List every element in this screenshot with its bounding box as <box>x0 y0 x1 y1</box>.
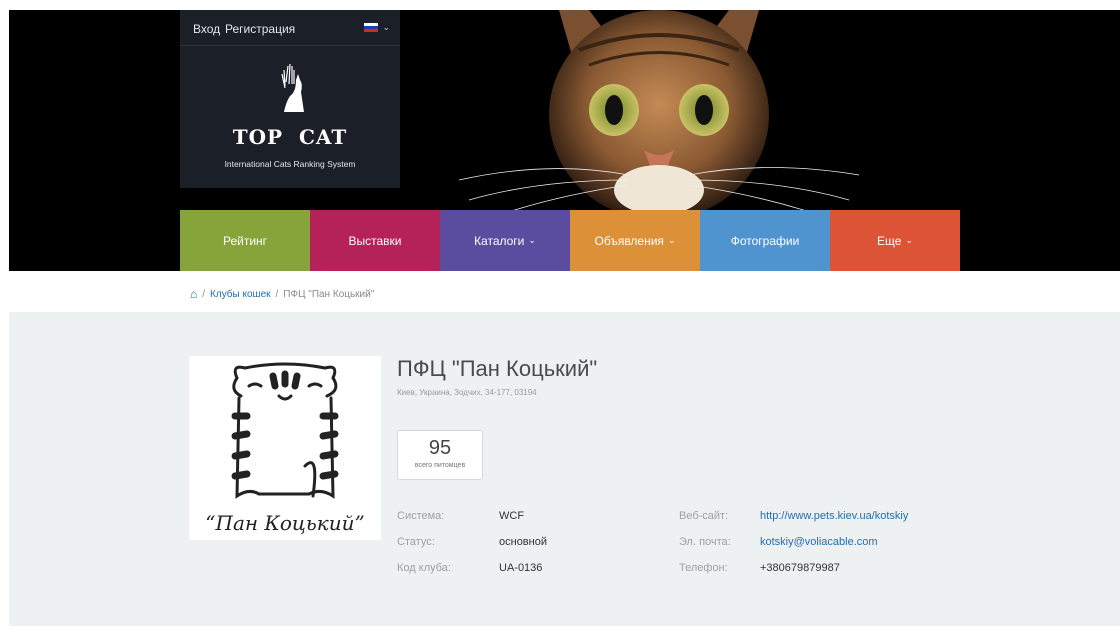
breadcrumb-current: ПФЦ "Пан Коцький" <box>283 288 375 300</box>
logo-subtitle: International Cats Ranking System <box>224 159 356 169</box>
status-value: основной <box>499 536 547 548</box>
phone-value: +380679879987 <box>760 562 840 574</box>
pets-count-label: всего питомцев <box>414 462 466 469</box>
menu-item-photos[interactable]: Фотографии <box>700 210 830 271</box>
email-link[interactable]: kotskiy@voliacable.com <box>760 536 878 548</box>
menu-item-ads[interactable]: Объявления ⌄ <box>570 210 700 271</box>
menu-item-shows[interactable]: Выставки <box>310 210 440 271</box>
club-logo-image: “Пан Коцький” <box>205 362 365 535</box>
website-link[interactable]: http://www.pets.kiev.ua/kotskiy <box>760 510 908 522</box>
club-address: Киев, Украина, Зодчих, 34-177, 03194 <box>397 388 537 397</box>
register-link[interactable]: Регистрация <box>225 22 295 36</box>
chevron-down-icon: ⌄ <box>667 235 676 245</box>
club-code-value: UA-0136 <box>499 562 543 574</box>
website-label: Веб-сайт: <box>679 510 729 522</box>
email-label: Эл. почта: <box>679 536 731 548</box>
pets-count-card: 95 всего питомцев <box>397 430 483 480</box>
chevron-down-icon: ⌄ <box>382 22 390 32</box>
club-code-label: Код клуба: <box>397 562 451 574</box>
menu-item-catalogs[interactable]: Каталоги ⌄ <box>440 210 570 271</box>
svg-text:“Пан Коцький”: “Пан Коцький” <box>205 511 364 535</box>
home-icon[interactable]: ⌂ <box>190 287 197 301</box>
breadcrumb-clubs-link[interactable]: Клубы кошек <box>210 289 270 300</box>
chevron-down-icon: ⌄ <box>528 235 536 245</box>
breadcrumb-separator: / <box>275 288 279 300</box>
winged-cat-icon <box>281 63 304 112</box>
main-menu: Рейтинг Выставки Каталоги ⌄ Объявления ⌄ Ф… <box>180 210 960 271</box>
club-logo: “Пан Коцький” <box>189 356 381 540</box>
breadcrumb-separator: / <box>202 288 206 300</box>
phone-label: Телефон: <box>679 562 728 574</box>
system-value: WCF <box>499 510 525 522</box>
status-label: Статус: <box>397 536 435 548</box>
site-logo[interactable]: TOP CAT International Cats Ranking Syste… <box>180 62 400 169</box>
login-link[interactable]: Вход <box>193 22 220 36</box>
menu-item-rating[interactable]: Рейтинг <box>180 210 310 271</box>
chevron-down-icon: ⌄ <box>905 235 913 245</box>
club-name: ПФЦ "Пан Коцький" <box>397 356 598 381</box>
logo-title: TOP CAT <box>232 125 348 149</box>
auth-bar: Вход Регистрация ⌄ <box>180 10 400 46</box>
language-selector[interactable]: ⌄ <box>364 22 390 33</box>
club-panel: “Пан Коцький” ПФЦ "Пан Коцький" Киев, Ук… <box>9 312 1120 626</box>
russian-flag-icon <box>364 23 379 32</box>
menu-item-more[interactable]: Еще ⌄ <box>830 210 960 271</box>
pets-count: 95 <box>428 437 452 459</box>
auth-logo-panel: Вход Регистрация ⌄ TOP CAT International… <box>180 10 400 188</box>
breadcrumb: ⌂ / Клубы кошек / ПФЦ "Пан Коцький" <box>190 287 374 301</box>
cat-banner-image <box>458 10 860 210</box>
system-label: Система: <box>397 510 445 522</box>
